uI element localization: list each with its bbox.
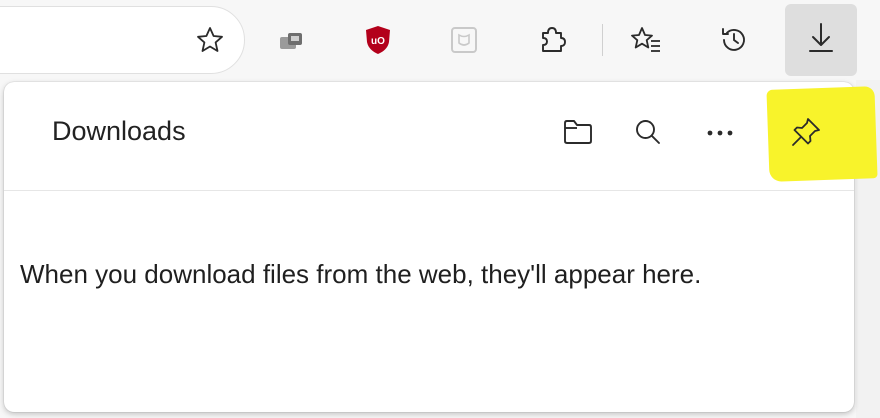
ublock-origin-icon[interactable]: uO — [360, 22, 396, 58]
ublock-label: uO — [371, 36, 385, 47]
empty-downloads-message: When you download files from the web, th… — [20, 259, 702, 289]
search-downloads-button[interactable] — [624, 110, 672, 158]
open-folder-button[interactable] — [554, 110, 602, 158]
search-icon — [633, 117, 663, 152]
pin-panel-button[interactable] — [782, 110, 830, 158]
panel-divider — [4, 190, 854, 191]
extension-icon[interactable] — [276, 24, 308, 56]
favorites-icon[interactable] — [626, 20, 666, 60]
favorite-star-icon[interactable] — [190, 20, 230, 60]
open-folder-icon — [561, 117, 595, 152]
browser-window: uO Downloads When you download files fro… — [0, 0, 880, 418]
more-options-icon — [705, 125, 735, 143]
downloads-panel: Downloads When you download files from t… — [4, 82, 854, 412]
pin-icon — [789, 115, 823, 154]
downloads-button[interactable] — [785, 4, 857, 76]
more-options-button[interactable] — [696, 110, 744, 158]
browser-toolbar: uO — [0, 0, 880, 80]
toolbar-separator — [602, 24, 603, 56]
panel-title: Downloads — [52, 116, 186, 146]
downloads-icon — [805, 20, 837, 61]
extensions-puzzle-icon[interactable] — [532, 20, 572, 60]
history-icon[interactable] — [714, 20, 754, 60]
extension-square-icon[interactable] — [446, 22, 482, 58]
